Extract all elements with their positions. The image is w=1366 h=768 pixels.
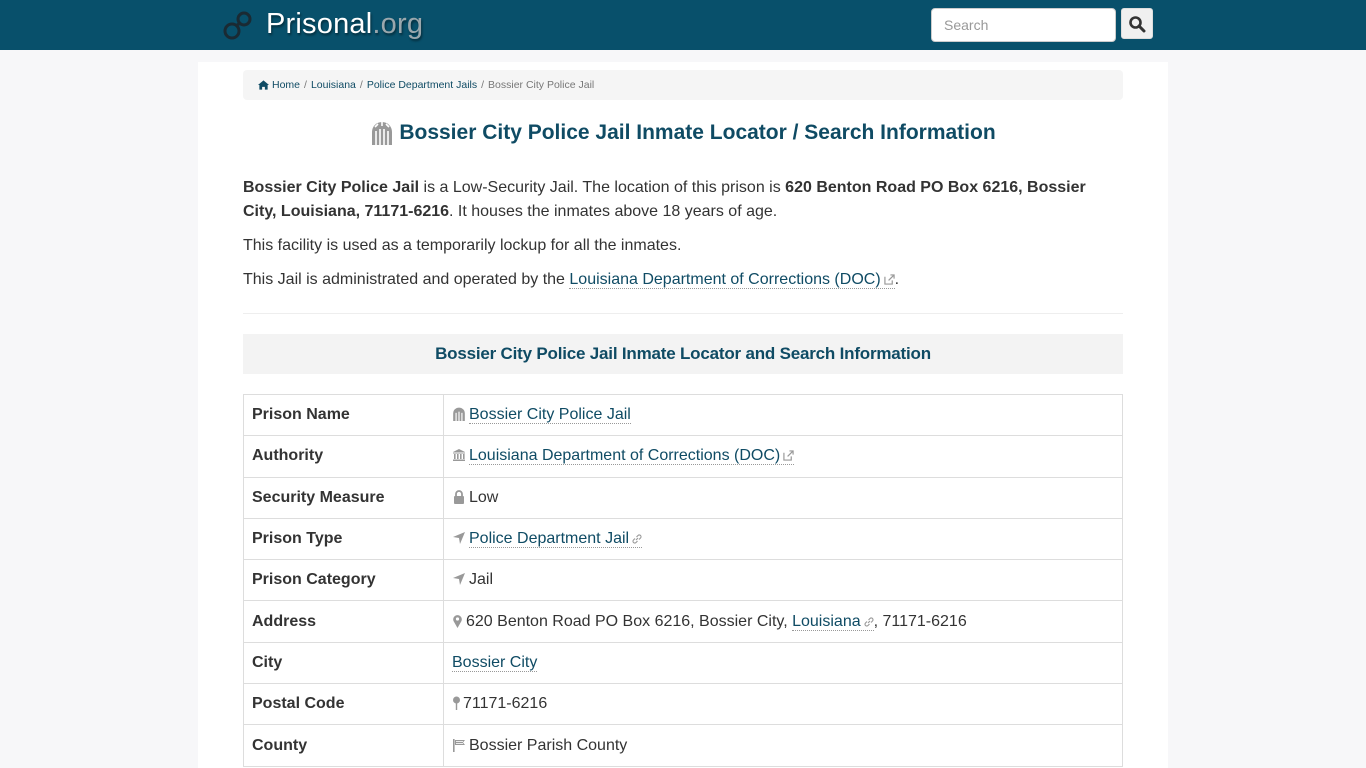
intro-paragraph-3: This Jail is administrated and operated …: [243, 268, 1123, 292]
search-button[interactable]: [1121, 8, 1153, 39]
prison-category: Jail: [469, 571, 494, 589]
institution-icon: [453, 449, 465, 462]
prison-name-link[interactable]: Bossier City Police Jail: [469, 406, 631, 425]
county-name: Bossier Parish County: [469, 736, 628, 754]
row-value: Low: [443, 476, 1123, 519]
row-label: Prison Name: [243, 393, 444, 437]
location-arrow-icon: [453, 532, 465, 545]
intro-text-segment: is a Low-Security Jail. The location of …: [419, 179, 786, 196]
handcuffs-icon: [223, 11, 252, 39]
table-row: Prison Type Police Department Jail: [243, 517, 1123, 561]
state-link[interactable]: Louisiana: [792, 612, 874, 631]
row-label: Security Measure: [243, 476, 444, 519]
home-icon: [258, 80, 269, 90]
row-label: County: [243, 724, 444, 767]
search-form: [931, 8, 1153, 42]
row-value: Bossier City Police Jail: [443, 393, 1123, 437]
row-label: Prison Category: [243, 559, 444, 602]
section-heading: Bossier City Police Jail Inmate Locator …: [243, 334, 1123, 374]
row-label: Authority: [243, 435, 444, 478]
row-value: 71171-6216: [443, 683, 1123, 726]
row-value: Jail: [443, 559, 1123, 602]
doc-authority-link[interactable]: Louisiana Department of Corrections (DOC…: [569, 271, 895, 289]
postal-code: 71171-6216: [463, 695, 548, 713]
top-navbar: Prisonal.org: [0, 0, 1366, 50]
row-label: Postal Code: [243, 683, 444, 726]
external-link-icon: [883, 274, 895, 285]
breadcrumb-home[interactable]: Home: [272, 79, 300, 91]
breadcrumb-separator: /: [481, 79, 485, 91]
jail-gate-icon: [372, 122, 393, 145]
section-divider: [243, 313, 1123, 314]
breadcrumb-current: Bossier City Police Jail: [488, 79, 595, 91]
breadcrumb-police-department-jails[interactable]: Police Department Jails: [367, 79, 477, 91]
row-value: Bossier City: [443, 641, 1123, 685]
table-row: Authority Louisiana Department of Correc…: [243, 435, 1123, 478]
table-row: Security Measure Low: [243, 476, 1123, 519]
location-arrow-icon: [453, 573, 465, 586]
row-label: Prison Type: [243, 517, 444, 561]
security-level: Low: [469, 488, 499, 506]
table-row: Prison Category Jail: [243, 559, 1123, 602]
intro-text: Bossier City Police Jail is a Low-Securi…: [243, 176, 1123, 302]
intro-text-segment: . It houses the inmates above 18 years o…: [449, 203, 778, 220]
search-input[interactable]: [931, 8, 1116, 42]
row-value: Bossier Parish County: [443, 724, 1123, 767]
prison-type-link[interactable]: Police Department Jail: [469, 530, 643, 549]
row-label: City: [243, 641, 444, 685]
main-content: Home / Louisiana / Police Department Jai…: [198, 62, 1168, 768]
table-row: Prison Name Bossier City Police Jail: [243, 393, 1123, 437]
table-row: City Bossier City: [243, 641, 1123, 685]
table-row: Postal Code 71171-6216: [243, 683, 1123, 726]
row-value: 620 Benton Road PO Box 6216, Bossier Cit…: [443, 600, 1123, 643]
table-row: County Bossier Parish County: [243, 724, 1123, 767]
address-zip: , 71171-6216: [873, 612, 967, 630]
map-marker-icon: [453, 614, 462, 628]
breadcrumb-separator: /: [359, 79, 363, 91]
table-row: Address 620 Benton Road PO Box 6216, Bos…: [243, 600, 1123, 643]
map-pin-icon: [453, 696, 460, 711]
external-link-icon: [783, 450, 794, 462]
breadcrumb-separator: /: [304, 79, 307, 91]
row-value: Louisiana Department of Corrections (DOC…: [443, 435, 1123, 478]
intro-text-segment: .: [894, 271, 900, 288]
intro-text-segment: This Jail is administrated and operated …: [243, 271, 570, 288]
city-link[interactable]: Bossier City: [452, 653, 538, 672]
site-logo-link[interactable]: Prisonal.org: [222, 8, 423, 41]
prison-info-table: Prison Name Bossier City Police Jail Aut…: [243, 393, 1123, 767]
row-value: Police Department Jail: [443, 517, 1123, 561]
flag-icon: [453, 738, 465, 752]
jail-gate-icon: [453, 407, 465, 422]
intro-paragraph-1: Bossier City Police Jail is a Low-Securi…: [243, 176, 1123, 224]
lock-icon: [454, 489, 464, 504]
row-label: Address: [243, 600, 444, 643]
authority-link[interactable]: Louisiana Department of Corrections (DOC…: [469, 447, 795, 466]
link-icon: [632, 534, 642, 544]
intro-paragraph-2: This facility is used as a temporarily l…: [243, 237, 682, 254]
address-text: 620 Benton Road PO Box 6216, Bossier Cit…: [466, 612, 793, 630]
search-icon: [1129, 15, 1146, 32]
page-title-text: Bossier City Police Jail Inmate Locator …: [399, 121, 996, 144]
page-title: Bossier City Police Jail Inmate Locator …: [243, 118, 1123, 148]
brand-name: Prisonal.org: [266, 8, 424, 40]
breadcrumb-louisiana[interactable]: Louisiana: [311, 79, 356, 91]
prison-name-bold: Bossier City Police Jail: [243, 179, 420, 196]
link-icon: [864, 617, 874, 627]
breadcrumb: Home / Louisiana / Police Department Jai…: [243, 70, 1123, 100]
